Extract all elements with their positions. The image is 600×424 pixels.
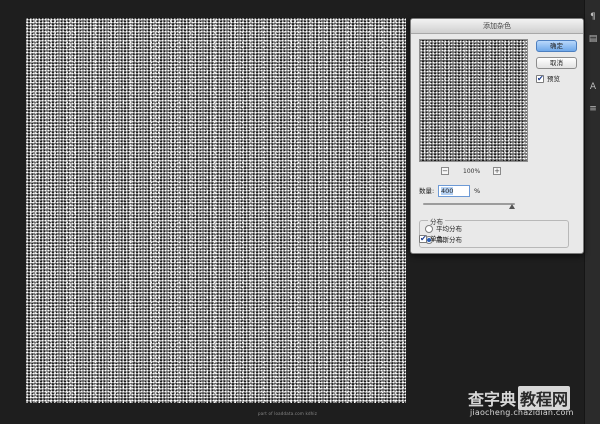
radio-label: 平均分布 bbox=[436, 225, 462, 233]
checkmark-icon: ✔ bbox=[420, 234, 427, 243]
add-noise-dialog: 添加杂色 − 100% + 确定 取消 ✔ 预览 数量: 400 % 分布 平均分… bbox=[410, 18, 584, 254]
layers-icon[interactable]: ≡ bbox=[588, 104, 598, 114]
zoom-out-button[interactable]: − bbox=[441, 167, 449, 175]
panel-strip: ¶ ▤ A ≡ bbox=[584, 0, 600, 424]
paragraph-icon[interactable]: ¶ bbox=[588, 12, 598, 22]
site-watermark: 查字典 教程网 jiaocheng.chazidian.com bbox=[468, 386, 600, 424]
canvas-credit: part of loaddata.com kdhiz bbox=[258, 411, 318, 416]
amount-row: 数量: 400 % bbox=[419, 185, 480, 197]
slider-track bbox=[423, 203, 515, 205]
panel-icon[interactable]: ▤ bbox=[588, 34, 598, 44]
cancel-button[interactable]: 取消 bbox=[536, 57, 577, 69]
amount-slider[interactable] bbox=[423, 202, 516, 209]
dialog-title: 添加杂色 bbox=[411, 19, 583, 34]
preview-label: 预览 bbox=[547, 75, 560, 83]
watermark-brand-b: 教程网 bbox=[518, 386, 571, 410]
watermark-brand: 查字典 教程网 bbox=[468, 386, 571, 410]
radio-button[interactable] bbox=[425, 225, 433, 233]
preview-checkbox-row[interactable]: ✔ 预览 bbox=[536, 74, 560, 84]
preview-checkbox[interactable]: ✔ bbox=[536, 74, 544, 83]
watermark-brand-a: 查字典 bbox=[468, 390, 517, 409]
amount-value: 400 bbox=[441, 187, 454, 195]
slider-thumb[interactable] bbox=[509, 204, 516, 209]
text-icon[interactable]: A bbox=[588, 82, 598, 92]
checkmark-icon: ✔ bbox=[537, 74, 544, 83]
monochrome-checkbox[interactable]: ✔ bbox=[419, 234, 427, 243]
radio-uniform[interactable]: 平均分布 bbox=[425, 225, 462, 234]
workspace: part of loaddata.com kdhiz ¶ ▤ A ≡ 添加杂色 … bbox=[0, 0, 600, 424]
amount-input[interactable]: 400 bbox=[438, 185, 470, 197]
preview-thumbnail[interactable] bbox=[419, 39, 528, 162]
zoom-level: 100% bbox=[463, 168, 481, 175]
amount-label: 数量: bbox=[419, 187, 435, 195]
amount-unit: % bbox=[474, 187, 481, 195]
monochrome-label: 单色 bbox=[430, 235, 443, 243]
monochrome-checkbox-row[interactable]: ✔ 单色 bbox=[419, 234, 443, 244]
zoom-in-button[interactable]: + bbox=[493, 167, 501, 175]
zoom-controls: − 100% + bbox=[441, 167, 501, 176]
ok-button[interactable]: 确定 bbox=[536, 40, 577, 52]
document-canvas[interactable] bbox=[26, 18, 406, 403]
watermark-url: jiaocheng.chazidian.com bbox=[470, 408, 574, 417]
